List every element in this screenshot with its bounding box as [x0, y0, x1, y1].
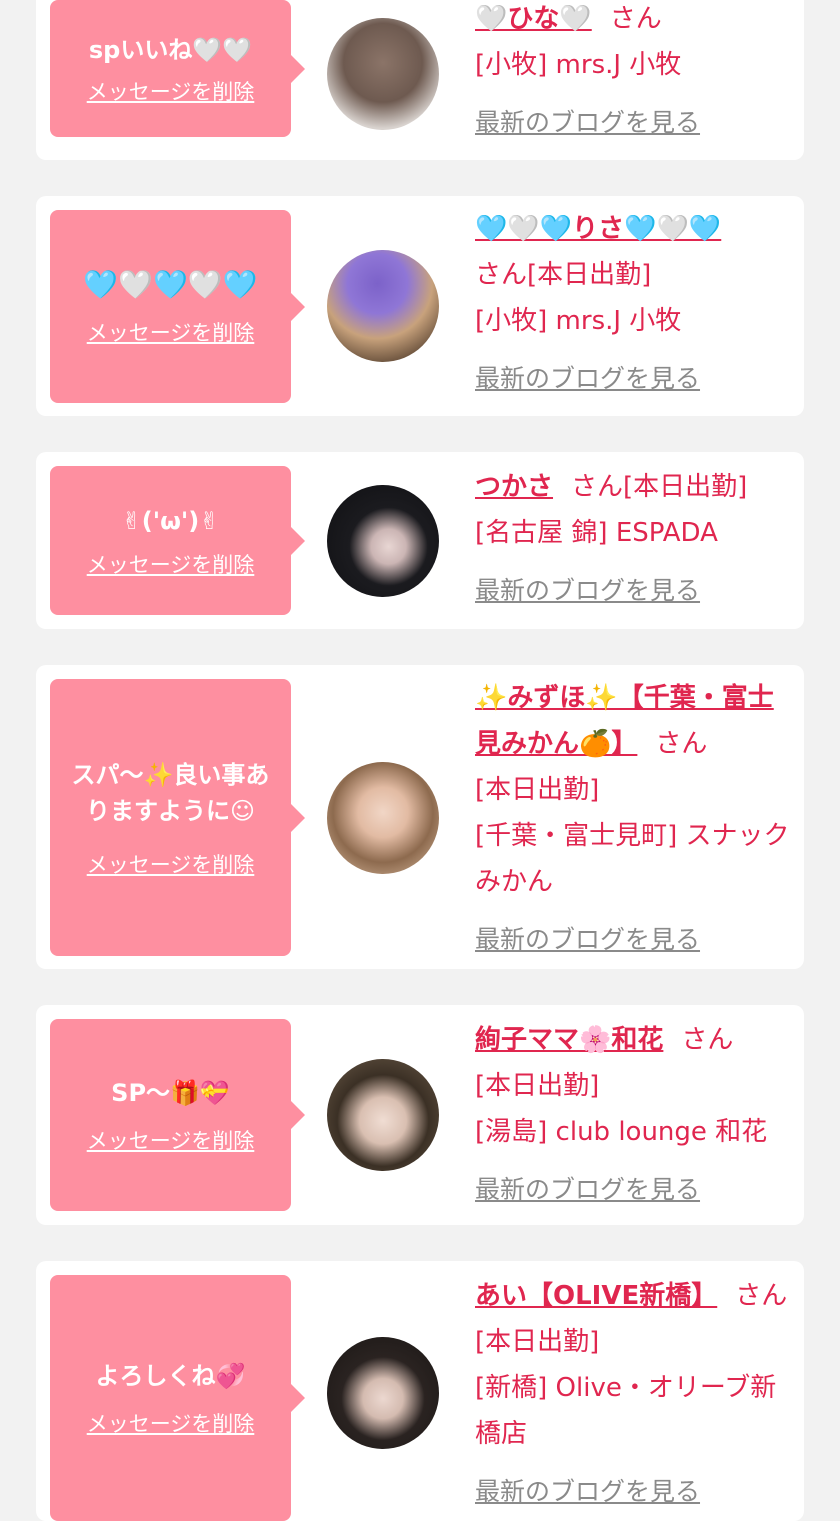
avatar[interactable]: [327, 250, 439, 362]
profile-info: あい【OLIVE新橋】 さん [本日出勤] [新橋] Olive・オリーブ新橋店 最…: [475, 1273, 791, 1515]
profile-name-link[interactable]: 絢子ママ🌸和花: [475, 1025, 663, 1055]
message-bubble: よろしくね💞 メッセージを削除: [50, 1275, 305, 1521]
honorific: さん: [475, 260, 528, 290]
delete-message-link[interactable]: メッセージを削除: [87, 549, 255, 579]
avatar[interactable]: [327, 762, 439, 874]
shop-name: [千葉・富士見町] スナックみかん: [475, 821, 790, 897]
message-bubble: 🩵🤍🩵🤍🩵 メッセージを削除: [50, 210, 305, 403]
profile-info: ✨みずほ✨【千葉・富士見みかん🍊】 さん [本日出勤] [千葉・富士見町] スナッ…: [475, 675, 791, 963]
shop-name: [新橋] Olive・オリーブ新橋店: [475, 1373, 777, 1449]
latest-blog-link[interactable]: 最新のブログを見る: [475, 100, 700, 146]
profile-name-link[interactable]: つかさ: [475, 472, 553, 502]
profile-info: 🤍ひな🤍 さん [小牧] mrs.J 小牧 最新のブログを見る: [475, 0, 791, 146]
message-text: 🩵🤍🩵🤍🩵: [83, 267, 258, 301]
honorific: さん: [681, 1025, 734, 1055]
list-item: SP〜🎁💝 メッセージを削除 絢子ママ🌸和花 さん [本日出勤] [湯島] clu…: [36, 1005, 804, 1225]
list-item: スパ〜✨良い事ありますように☺ メッセージを削除 ✨みずほ✨【千葉・富士見みかん…: [36, 665, 804, 969]
message-bubble: spいいね🤍🤍 メッセージを削除: [50, 0, 305, 137]
latest-blog-link[interactable]: 最新のブログを見る: [475, 1469, 700, 1515]
latest-blog-link[interactable]: 最新のブログを見る: [475, 568, 700, 614]
profile-name-link[interactable]: 🩵🤍🩵りさ🩵🤍🩵: [475, 214, 721, 244]
profile-name-link[interactable]: あい【OLIVE新橋】: [475, 1281, 717, 1311]
honorific: さん: [571, 472, 624, 502]
shop-name: [小牧] mrs.J 小牧: [475, 306, 682, 336]
message-text: スパ〜✨良い事ありますように☺: [71, 760, 270, 825]
honorific: さん: [735, 1281, 788, 1311]
honorific: さん: [655, 729, 708, 759]
delete-message-link[interactable]: メッセージを削除: [87, 1408, 255, 1438]
message-text: ✌('ω')✌: [121, 506, 220, 535]
list-item: ✌('ω')✌ メッセージを削除 つかさ さん[本日出勤] [名古屋 錦] ESP…: [36, 452, 804, 629]
shop-name: [湯島] club lounge 和花: [475, 1117, 768, 1147]
honorific: さん: [609, 4, 662, 34]
avatar[interactable]: [327, 18, 439, 130]
profile-info: つかさ さん[本日出勤] [名古屋 錦] ESPADA 最新のブログを見る: [475, 464, 791, 614]
delete-message-link[interactable]: メッセージを削除: [87, 1125, 255, 1155]
message-bubble: ✌('ω')✌ メッセージを削除: [50, 466, 305, 615]
delete-message-link[interactable]: メッセージを削除: [87, 317, 255, 347]
status-badge: [本日出勤]: [623, 472, 748, 502]
latest-blog-link[interactable]: 最新のブログを見る: [475, 356, 700, 402]
avatar[interactable]: [327, 1337, 439, 1449]
profile-info: 絢子ママ🌸和花 さん [本日出勤] [湯島] club lounge 和花 最新の…: [475, 1017, 791, 1213]
latest-blog-link[interactable]: 最新のブログを見る: [475, 917, 700, 963]
list-item: spいいね🤍🤍 メッセージを削除 🤍ひな🤍 さん [小牧] mrs.J 小牧 最新…: [36, 0, 804, 160]
message-bubble: スパ〜✨良い事ありますように☺ メッセージを削除: [50, 679, 305, 956]
profile-name-link[interactable]: 🤍ひな🤍: [475, 4, 592, 34]
profile-info: 🩵🤍🩵りさ🩵🤍🩵 さん[本日出勤] [小牧] mrs.J 小牧 最新のブログを見…: [475, 206, 791, 402]
avatar[interactable]: [327, 485, 439, 597]
list-item: よろしくね💞 メッセージを削除 あい【OLIVE新橋】 さん [本日出勤] [新橋]…: [36, 1261, 804, 1521]
shop-name: [名古屋 錦] ESPADA: [475, 518, 718, 548]
status-badge: [本日出勤]: [475, 775, 600, 805]
shop-name: [小牧] mrs.J 小牧: [475, 50, 682, 80]
message-bubble: SP〜🎁💝 メッセージを削除: [50, 1019, 305, 1211]
status-badge: [本日出勤]: [527, 260, 652, 290]
message-text: SP〜🎁💝: [111, 1079, 230, 1107]
status-badge: [本日出勤]: [475, 1327, 600, 1357]
list-item: 🩵🤍🩵🤍🩵 メッセージを削除 🩵🤍🩵りさ🩵🤍🩵 さん[本日出勤] [小牧] mr…: [36, 196, 804, 416]
message-text: spいいね🤍🤍: [88, 35, 253, 64]
status-badge: [本日出勤]: [475, 1071, 600, 1101]
delete-message-link[interactable]: メッセージを削除: [87, 76, 255, 106]
delete-message-link[interactable]: メッセージを削除: [87, 849, 255, 879]
profile-name-link[interactable]: ✨みずほ✨【千葉・富士見みかん🍊】: [475, 683, 774, 759]
message-text: よろしくね💞: [95, 1362, 246, 1390]
avatar[interactable]: [327, 1059, 439, 1171]
latest-blog-link[interactable]: 最新のブログを見る: [475, 1167, 700, 1213]
